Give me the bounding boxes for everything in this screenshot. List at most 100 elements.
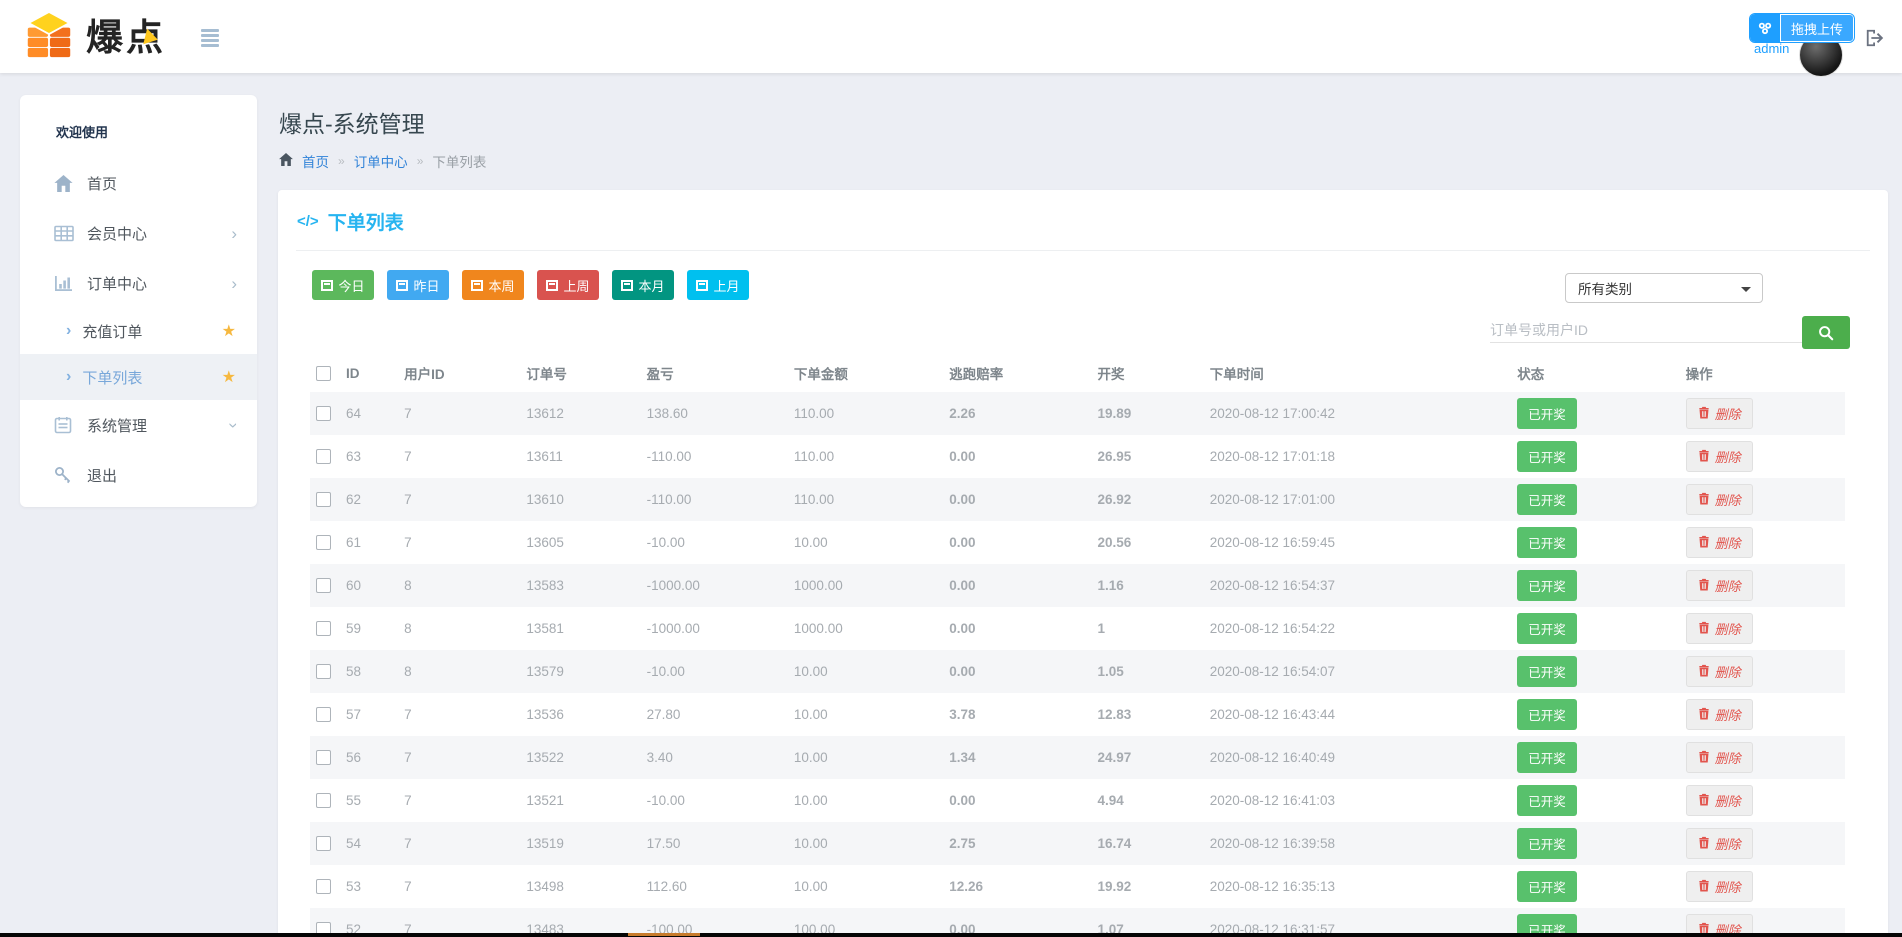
row-checkbox[interactable] [316, 664, 331, 679]
cell-time: 2020-08-12 16:40:49 [1204, 736, 1512, 779]
cell-user-id: 8 [398, 564, 520, 607]
sidebar-item-5[interactable]: ›下单列表★ [20, 354, 257, 400]
filter-button-label: 今日 [338, 276, 364, 295]
cell-order-no: 13519 [520, 822, 640, 865]
cell-order-no: 13611 [520, 435, 640, 478]
cell-id: 54 [340, 822, 398, 865]
table-row: 60813583-1000.001000.000.001.162020-08-1… [310, 564, 1845, 607]
cell-status: 已开奖 [1511, 693, 1679, 736]
filter-button-label: 本月 [638, 276, 664, 295]
filter-button-2[interactable]: 昨日 [387, 270, 449, 300]
cell-escape-odds: 0.00 [943, 521, 1091, 564]
filter-button-5[interactable]: 本月 [612, 270, 674, 300]
filter-button-4[interactable]: 上周 [537, 270, 599, 300]
cell-profit: -1000.00 [641, 564, 788, 607]
trash-icon [1698, 836, 1710, 852]
trash-icon [1698, 793, 1710, 809]
cell-time: 2020-08-12 17:00:42 [1204, 392, 1512, 435]
column-header: 盈亏 [641, 362, 788, 392]
sidebar-item-6[interactable]: 系统管理› [20, 400, 257, 450]
cell-amount: 10.00 [788, 865, 943, 908]
chevron-right-icon: › [231, 275, 237, 292]
row-checkbox[interactable] [316, 836, 331, 851]
sidebar-item-2[interactable]: 会员中心› [20, 208, 257, 258]
filter-button-6[interactable]: 上月 [687, 270, 749, 300]
row-checkbox[interactable] [316, 621, 331, 636]
logout-icon[interactable] [1864, 28, 1886, 53]
cell-time: 2020-08-12 17:01:18 [1204, 435, 1512, 478]
filter-button-1[interactable]: 今日 [312, 270, 374, 300]
row-checkbox[interactable] [316, 707, 331, 722]
cell-draw: 1 [1091, 607, 1203, 650]
filter-button-3[interactable]: 本周 [462, 270, 524, 300]
cell-profit: -110.00 [641, 478, 788, 521]
row-checkbox[interactable] [316, 492, 331, 507]
row-checkbox[interactable] [316, 406, 331, 421]
delete-button[interactable]: 删除 [1686, 570, 1753, 601]
home-icon [279, 153, 293, 169]
filter-button-label: 昨日 [413, 276, 439, 295]
category-select[interactable]: 所有类别 [1565, 273, 1763, 303]
cell-id: 56 [340, 736, 398, 779]
delete-button[interactable]: 删除 [1686, 828, 1753, 859]
row-checkbox[interactable] [316, 449, 331, 464]
delete-button[interactable]: 删除 [1686, 484, 1753, 515]
row-checkbox[interactable] [316, 793, 331, 808]
sidebar-item-7[interactable]: 退出 [20, 450, 257, 500]
sidebar-item-1[interactable]: 首页 [20, 158, 257, 208]
delete-button[interactable]: 删除 [1686, 613, 1753, 644]
select-all-checkbox[interactable] [316, 366, 331, 381]
sidebar-item-label: 会员中心 [87, 223, 147, 244]
cell-draw: 26.92 [1091, 478, 1203, 521]
search-button[interactable] [1802, 316, 1850, 349]
cloud-disk-icon [1750, 14, 1780, 42]
drag-upload-badge[interactable]: 拖拽上传 [1750, 14, 1854, 42]
cell-escape-odds: 0.00 [943, 435, 1091, 478]
sidebar-item-label: 下单列表 [82, 367, 142, 388]
row-checkbox[interactable] [316, 750, 331, 765]
status-badge: 已开奖 [1517, 527, 1577, 558]
cell-profit: -1000.00 [641, 607, 788, 650]
cell-action: 删除 [1680, 392, 1845, 435]
row-checkbox[interactable] [316, 879, 331, 894]
delete-button[interactable]: 删除 [1686, 699, 1753, 730]
cell-checkbox [310, 650, 340, 693]
row-checkbox[interactable] [316, 578, 331, 593]
cell-order-no: 13605 [520, 521, 640, 564]
sidebar-item-3[interactable]: 订单中心› [20, 258, 257, 308]
status-badge: 已开奖 [1517, 699, 1577, 730]
chevron-down-icon: › [226, 422, 243, 428]
delete-button[interactable]: 删除 [1686, 871, 1753, 902]
row-checkbox[interactable] [316, 535, 331, 550]
menu-toggle-icon[interactable] [201, 29, 219, 49]
delete-button-label: 删除 [1715, 791, 1741, 810]
delete-button[interactable]: 删除 [1686, 527, 1753, 558]
status-badge: 已开奖 [1517, 398, 1577, 429]
breadcrumb-home-link[interactable]: 首页 [302, 151, 329, 171]
cell-profit: 138.60 [641, 392, 788, 435]
cell-profit: -110.00 [641, 435, 788, 478]
cell-status: 已开奖 [1511, 478, 1679, 521]
delete-button[interactable]: 删除 [1686, 785, 1753, 816]
delete-button-label: 删除 [1715, 533, 1741, 552]
delete-button[interactable]: 删除 [1686, 441, 1753, 472]
search-input[interactable] [1490, 317, 1850, 343]
sidebar-menu: 首页会员中心›订单中心››充值订单★›下单列表★系统管理›退出 [20, 158, 257, 500]
drag-upload-label: 拖拽上传 [1780, 14, 1854, 42]
cell-draw: 24.97 [1091, 736, 1203, 779]
cell-id: 61 [340, 521, 398, 564]
cell-order-no: 13579 [520, 650, 640, 693]
delete-button[interactable]: 删除 [1686, 742, 1753, 773]
cell-amount: 10.00 [788, 650, 943, 693]
cell-user-id: 8 [398, 607, 520, 650]
app-logo: 爆点 [24, 11, 166, 64]
status-badge: 已开奖 [1517, 871, 1577, 902]
sidebar-item-4[interactable]: ›充值订单★ [20, 308, 257, 354]
trash-icon [1698, 664, 1710, 680]
box-icon [396, 280, 408, 291]
cell-time: 2020-08-12 16:54:22 [1204, 607, 1512, 650]
delete-button[interactable]: 删除 [1686, 398, 1753, 429]
breadcrumb-order-center-link[interactable]: 订单中心 [354, 151, 408, 171]
delete-button[interactable]: 删除 [1686, 656, 1753, 687]
breadcrumb-separator: » [338, 154, 345, 168]
